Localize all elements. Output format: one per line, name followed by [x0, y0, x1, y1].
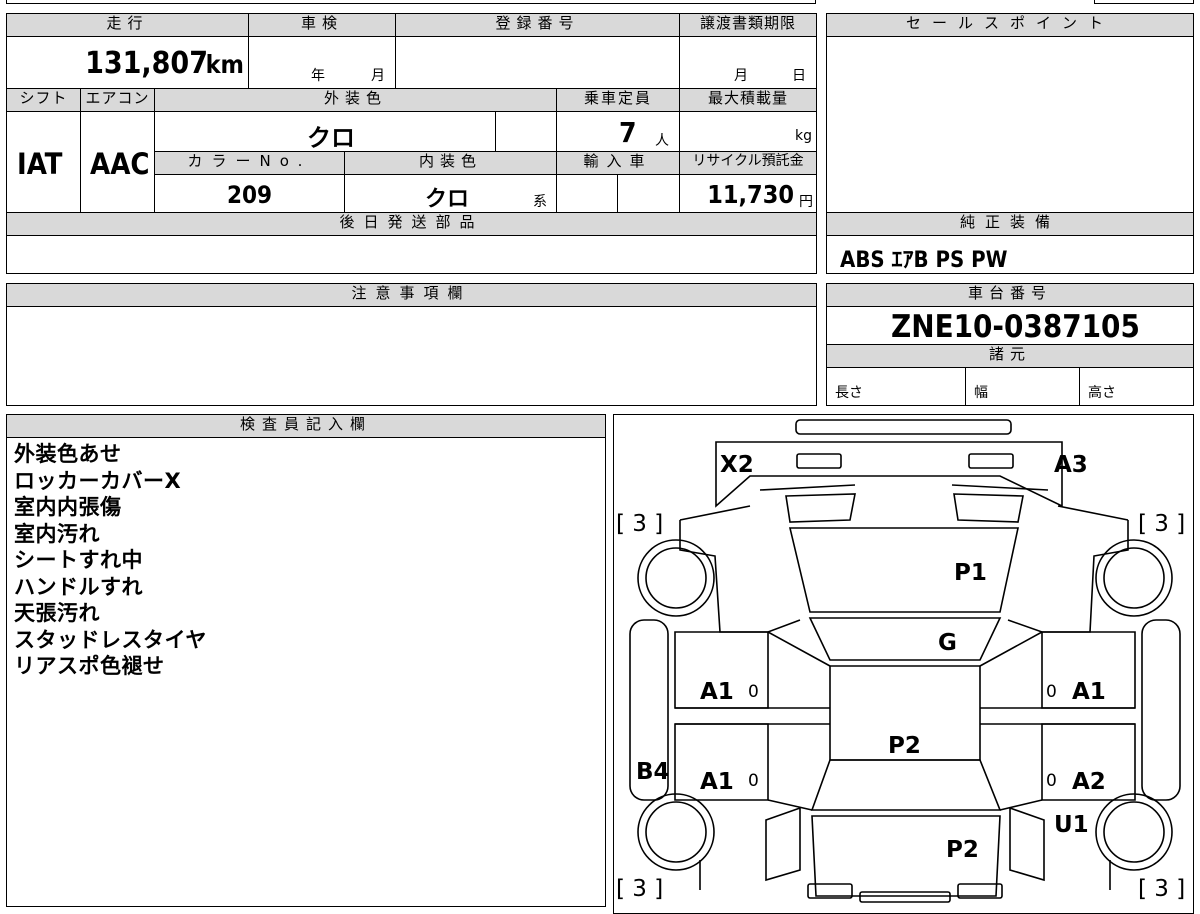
- capacity-header: 乗車定員: [556, 88, 680, 112]
- length-cell: 長さ: [826, 367, 966, 406]
- capacity-value: 7: [619, 116, 637, 149]
- zero-mark-fr: 0: [1046, 682, 1057, 702]
- ext-color-value: クロ: [307, 124, 355, 152]
- mileage-cell: 131,807 km: [6, 36, 249, 89]
- height-label: 高さ: [1088, 385, 1116, 401]
- label-x2: X2: [720, 452, 754, 478]
- color-no-header: カラーNo.: [154, 151, 345, 175]
- chassis-no-cell: ZNE10-0387105: [826, 306, 1194, 345]
- inspector-header: 検査員記入欄: [6, 414, 606, 438]
- label-qtr-u1: U1: [1054, 812, 1089, 838]
- tire-label-rr: [ 3 ]: [1138, 876, 1185, 902]
- aircon-cell: AAC: [80, 111, 155, 213]
- label-door-fr: A1: [1072, 679, 1106, 705]
- transfer-deadline-header: 譲渡書類期限: [679, 13, 817, 37]
- label-rocker-b4: B4: [636, 759, 670, 785]
- import-cell-b: [617, 174, 680, 213]
- ext-color-extra-cell: [495, 111, 557, 152]
- shaken-year-label: 年: [311, 68, 325, 84]
- aircon-value: AAC: [90, 147, 150, 181]
- recycle-header: リサイクル預託金: [679, 151, 817, 175]
- caution-cell: [6, 306, 817, 406]
- label-rear-p2: P2: [946, 837, 979, 863]
- width-cell: 幅: [965, 367, 1080, 406]
- chassis-no-header: 車台番号: [826, 283, 1194, 307]
- label-door-rl: A1: [700, 769, 734, 795]
- capacity-unit: 人: [655, 133, 669, 149]
- capacity-cell: 7 人: [556, 111, 680, 152]
- genuine-equipment-value: ABS ｴｱB PS PW: [840, 248, 1008, 273]
- mileage-unit: km: [205, 50, 244, 79]
- color-no-cell: 209: [154, 174, 345, 213]
- reg-no-cell: [395, 36, 680, 89]
- shift-cell: IAT: [6, 111, 81, 213]
- note-line: リアスポ色褪せ: [14, 654, 165, 678]
- label-door-fl: A1: [700, 679, 734, 705]
- deadline-cell: 月 日: [679, 36, 817, 89]
- color-no-value: 209: [227, 181, 273, 209]
- max-load-cell: kg: [679, 111, 817, 152]
- deadline-day-label: 日: [792, 68, 806, 84]
- int-color-value: クロ: [425, 187, 470, 212]
- top-clipped-right: [1094, 0, 1194, 4]
- zero-mark-fl: 0: [748, 682, 759, 702]
- top-clipped-row: [6, 0, 816, 4]
- reg-no-header: 登録番号: [395, 13, 680, 37]
- aircon-header: エアコン: [80, 88, 155, 112]
- inspector-notes-cell: 外装色あせ ロッカーカバーX 室内内張傷 室内汚れ シートすれ中 ハンドルすれ …: [6, 437, 606, 907]
- note-line: 室内汚れ: [14, 521, 100, 546]
- import-cell-a: [556, 174, 618, 213]
- note-line: ハンドルすれ: [14, 574, 143, 599]
- ext-color-cell: クロ: [154, 111, 496, 152]
- shaken-header: 車検: [248, 13, 396, 37]
- width-label: 幅: [974, 385, 988, 401]
- genuine-equipment-cell: ABS ｴｱB PS PW: [826, 235, 1194, 274]
- note-line: 外装色あせ: [14, 442, 122, 466]
- later-parts-header: 後日発送部品: [6, 212, 817, 236]
- import-header: 輸入車: [556, 151, 680, 175]
- int-color-header: 内装色: [344, 151, 557, 175]
- zero-mark-rl: 0: [748, 771, 759, 791]
- note-line: ロッカーカバーX: [14, 468, 182, 493]
- length-label: 長さ: [835, 385, 863, 401]
- max-load-unit: kg: [795, 128, 812, 144]
- car-diagram-box: X2 A3 [ 3 ] [ 3 ] [ 3 ] [ 3 ] P1 G A1 A1…: [613, 414, 1194, 914]
- label-roof-p2: P2: [888, 733, 921, 759]
- int-color-suffix: 系: [533, 194, 547, 210]
- ext-color-header: 外装色: [154, 88, 557, 112]
- sales-point-header: セールスポイント: [826, 13, 1194, 37]
- caution-header: 注意事項欄: [6, 283, 817, 307]
- tire-label-fl: [ 3 ]: [616, 511, 663, 537]
- specs-header: 諸元: [826, 344, 1194, 368]
- int-color-cell: クロ 系: [344, 174, 557, 213]
- deadline-month-label: 月: [734, 68, 748, 84]
- recycle-cell: 11,730 円: [679, 174, 817, 213]
- label-hood-p1: P1: [954, 560, 987, 586]
- shaken-month-label: 月: [371, 68, 385, 84]
- later-parts-cell: [6, 235, 817, 274]
- note-line: 室内内張傷: [14, 495, 122, 519]
- recycle-unit: 円: [799, 194, 813, 210]
- tire-label-fr: [ 3 ]: [1138, 511, 1185, 537]
- sales-point-cell: [826, 36, 1194, 213]
- mileage-header: 走行: [6, 13, 249, 37]
- genuine-equipment-header: 純正装備: [826, 212, 1194, 236]
- tire-label-rl: [ 3 ]: [616, 876, 663, 902]
- max-load-header: 最大積載量: [679, 88, 817, 112]
- label-a3: A3: [1054, 452, 1088, 478]
- label-windshield-g: G: [938, 630, 957, 656]
- note-line: シートすれ中: [14, 548, 143, 572]
- note-line: スタッドレスタイヤ: [14, 627, 207, 652]
- mileage-value: 131,807: [85, 46, 208, 81]
- label-door-rr: A2: [1072, 769, 1106, 795]
- car-diagram: X2 A3 [ 3 ] [ 3 ] [ 3 ] [ 3 ] P1 G A1 A1…: [616, 418, 1185, 903]
- shift-header: シフト: [6, 88, 81, 112]
- zero-mark-rr: 0: [1046, 771, 1057, 791]
- shift-value: IAT: [17, 147, 63, 181]
- shaken-cell: 年 月: [248, 36, 396, 89]
- recycle-value: 11,730: [707, 180, 794, 209]
- note-line: 天張汚れ: [14, 601, 100, 625]
- height-cell: 高さ: [1079, 367, 1194, 406]
- chassis-no-value: ZNE10-0387105: [891, 309, 1140, 345]
